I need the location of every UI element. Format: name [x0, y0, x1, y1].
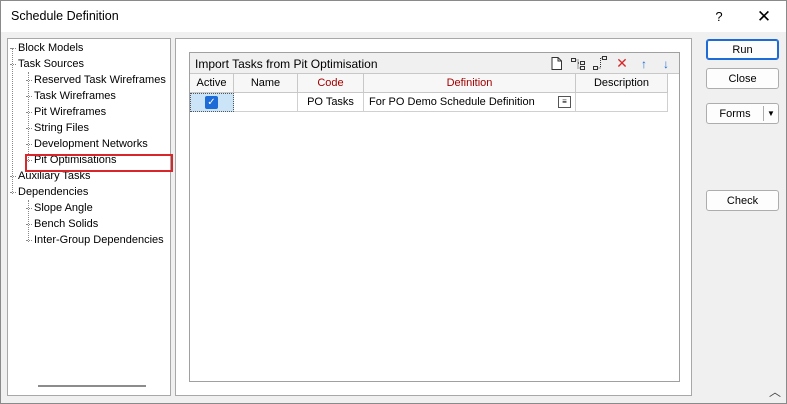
move-up-icon[interactable]: ↑ — [635, 55, 653, 72]
column-header-definition[interactable]: Definition — [364, 74, 576, 93]
help-button[interactable]: ? — [697, 1, 741, 32]
browse-icon[interactable]: ≡ — [558, 96, 571, 108]
run-button[interactable]: Run — [706, 39, 779, 60]
tree-item-pit-wireframes[interactable]: Pit Wireframes — [26, 105, 106, 120]
description-cell[interactable] — [576, 93, 668, 112]
import-tasks-group: Import Tasks from Pit Optimisation ✕ ↑ ↓… — [189, 52, 680, 382]
tree-item-inter-group-dependencies[interactable]: Inter-Group Dependencies — [26, 233, 164, 248]
tree-item-bench-solids[interactable]: Bench Solids — [26, 217, 98, 232]
tree-item-task-sources[interactable]: Task Sources — [10, 57, 84, 72]
definition-cell[interactable]: For PO Demo Schedule Definition ≡ — [364, 93, 576, 112]
column-header-description[interactable]: Description — [576, 74, 668, 93]
active-cell[interactable]: ✓ — [190, 93, 234, 112]
tree-item-string-files[interactable]: String Files — [26, 121, 89, 136]
forms-split-button: Forms ▼ — [706, 103, 779, 124]
code-cell[interactable]: PO Tasks — [298, 93, 364, 112]
definition-value: For PO Demo Schedule Definition — [369, 96, 535, 108]
chevron-down-icon[interactable]: ▼ — [764, 104, 778, 123]
move-down-icon[interactable]: ↓ — [657, 55, 675, 72]
group-title: Import Tasks from Pit Optimisation — [195, 57, 378, 71]
tree-item-block-models[interactable]: Block Models — [10, 41, 83, 56]
column-header-code[interactable]: Code — [298, 74, 364, 93]
group-header: Import Tasks from Pit Optimisation ✕ ↑ ↓ — [190, 53, 679, 74]
tree-item-dependencies[interactable]: Dependencies — [10, 185, 88, 200]
tree-item-slope-angle[interactable]: Slope Angle — [26, 201, 93, 216]
collapse-icon[interactable]: ︿ — [769, 383, 781, 400]
window-title: Schedule Definition — [11, 9, 119, 23]
close-button[interactable]: Close — [706, 68, 779, 89]
name-cell[interactable] — [234, 93, 298, 112]
insert-row-icon[interactable] — [591, 55, 609, 72]
tree-item-development-networks[interactable]: Development Networks — [26, 137, 148, 152]
tree-icon[interactable] — [569, 55, 587, 72]
check-button[interactable]: Check — [706, 190, 779, 211]
delete-icon[interactable]: ✕ — [613, 55, 631, 72]
main-panel: Import Tasks from Pit Optimisation ✕ ↑ ↓… — [175, 38, 692, 396]
close-window-button[interactable]: ✕ — [742, 1, 786, 32]
tree-item-task-wireframes[interactable]: Task Wireframes — [26, 89, 116, 104]
horizontal-scrollbar[interactable] — [38, 385, 146, 387]
active-checkbox[interactable]: ✓ — [205, 96, 218, 109]
column-header-name[interactable]: Name — [234, 74, 298, 93]
selection-highlight — [25, 154, 173, 172]
tree-item-reserved-task-wireframes[interactable]: Reserved Task Wireframes — [26, 73, 166, 88]
schedule-definition-dialog: Schedule Definition ? ✕ Block Models Tas… — [0, 0, 787, 404]
new-document-icon[interactable] — [547, 55, 565, 72]
navigation-tree[interactable]: Block Models Task Sources Reserved Task … — [7, 38, 173, 396]
title-bar: Schedule Definition ? ✕ — [1, 1, 786, 32]
column-header-active[interactable]: Active — [190, 74, 234, 93]
forms-button[interactable]: Forms — [707, 104, 763, 123]
